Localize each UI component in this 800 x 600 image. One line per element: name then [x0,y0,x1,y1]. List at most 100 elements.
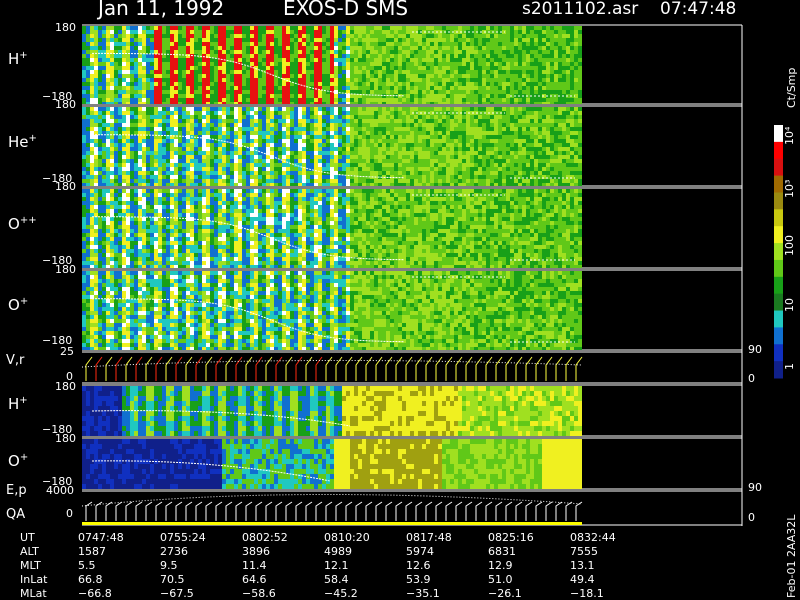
spectrogram-cell [498,107,502,111]
spectrogram-cell [226,123,230,127]
spectrogram-cell [314,54,318,58]
spectrogram-cell [274,175,278,179]
spectrogram-cell [146,62,150,66]
spectrogram-cell [490,42,494,46]
spectrogram-cell [114,82,118,86]
spectrogram-cell [426,123,430,127]
spectrogram-cell [526,119,530,123]
spectrogram-cell [430,127,434,131]
spectrogram-cell [142,62,146,66]
spectrogram-cell [570,107,574,111]
spectrogram-cell [354,123,358,127]
spectrogram-cell [266,131,270,135]
spectrogram-cell [314,98,318,102]
spectrogram-cell [570,82,574,86]
spectrogram-cell [186,175,190,179]
spectrogram-cell [250,38,254,42]
spectrogram-cell [446,74,450,78]
spectrogram-cell [166,38,170,42]
spectrogram-cell [430,155,434,159]
spectrogram-cell [222,90,226,94]
spectrogram-cell [322,46,326,50]
spectrogram-cell [82,26,86,30]
spectrogram-cell [270,167,274,171]
spectrogram-cell [162,123,166,127]
spectrogram-cell [222,38,226,42]
spectrogram-cell [246,127,250,131]
spectrogram-cell [450,179,454,183]
spectrogram-cell [158,159,162,163]
spectrogram-cell [118,46,122,50]
spectrogram-cell [526,115,530,119]
spectrogram-cell [126,155,130,159]
spectrogram-cell [426,82,430,86]
spectrogram-cell [266,127,270,131]
spectrogram-cell [502,94,506,98]
spectrogram-cell [310,46,314,50]
spectrogram-cell [198,86,202,90]
spectrogram-cell [334,102,338,104]
spectrogram-cell [378,102,382,104]
spectrogram-cell [234,70,238,74]
spectrogram-cell [330,30,334,34]
spectrogram-cell [374,102,378,104]
spectrogram-cell [462,74,466,78]
spectrogram-cell [478,38,482,42]
spectrogram-cell [86,175,90,179]
spectrogram-cell [526,171,530,175]
spectrogram-cell [398,98,402,102]
spectrogram-cell [442,58,446,62]
spectrogram-cell [122,139,126,143]
spectrogram-cell [262,147,266,151]
spectrogram-cell [422,46,426,50]
spectrogram-cell [430,82,434,86]
spectrogram-cell [222,163,226,167]
spectrogram-cell [390,167,394,171]
spectrogram-cell [386,42,390,46]
spectrogram-cell [134,123,138,127]
spectrogram-cell [506,143,510,147]
spectrogram-cell [214,183,218,186]
spectrogram-cell [522,155,526,159]
spectrogram-cell [558,62,562,66]
spectrogram-cell [502,119,506,123]
spectrogram-cell [298,86,302,90]
spectrogram-cell [474,74,478,78]
spectrogram-cell [534,50,538,54]
spectrogram-cell [254,42,258,46]
spectrogram-cell [486,119,490,123]
spectrogram-cell [534,74,538,78]
spectrogram-cell [346,78,350,82]
spectrogram-cell [438,179,442,183]
spectrogram-cell [370,163,374,167]
spectrogram-cell [374,82,378,86]
spectrogram-cell [294,123,298,127]
spectrogram-cell [422,26,426,30]
spectrogram-cell [430,70,434,74]
spectrogram-cell [110,183,114,186]
spectrogram-cell [190,94,194,98]
spectrogram-cell [174,147,178,151]
spectrogram-cell [286,179,290,183]
spectrogram-cell [458,54,462,58]
spectrogram-cell [494,167,498,171]
spectrogram-cell [390,70,394,74]
spectrogram-cell [110,115,114,119]
spectrogram-cell [482,151,486,155]
spectrogram-cell [486,78,490,82]
spectrogram-cell [378,30,382,34]
spectrogram-cell [322,26,326,30]
spectrogram-cell [110,54,114,58]
spectrogram-cell [438,62,442,66]
spectrogram-cell [194,163,198,167]
spectrogram-cell [246,119,250,123]
spectrogram-cell [498,167,502,171]
spectrogram-cell [210,123,214,127]
spectrogram-cell [398,102,402,104]
spectrogram-cell [394,90,398,94]
spectrogram-cell [450,98,454,102]
spectrogram-cell [134,155,138,159]
spectrogram-cell [406,171,410,175]
spectrogram-cell [230,115,234,119]
spectrogram-cell [142,26,146,30]
